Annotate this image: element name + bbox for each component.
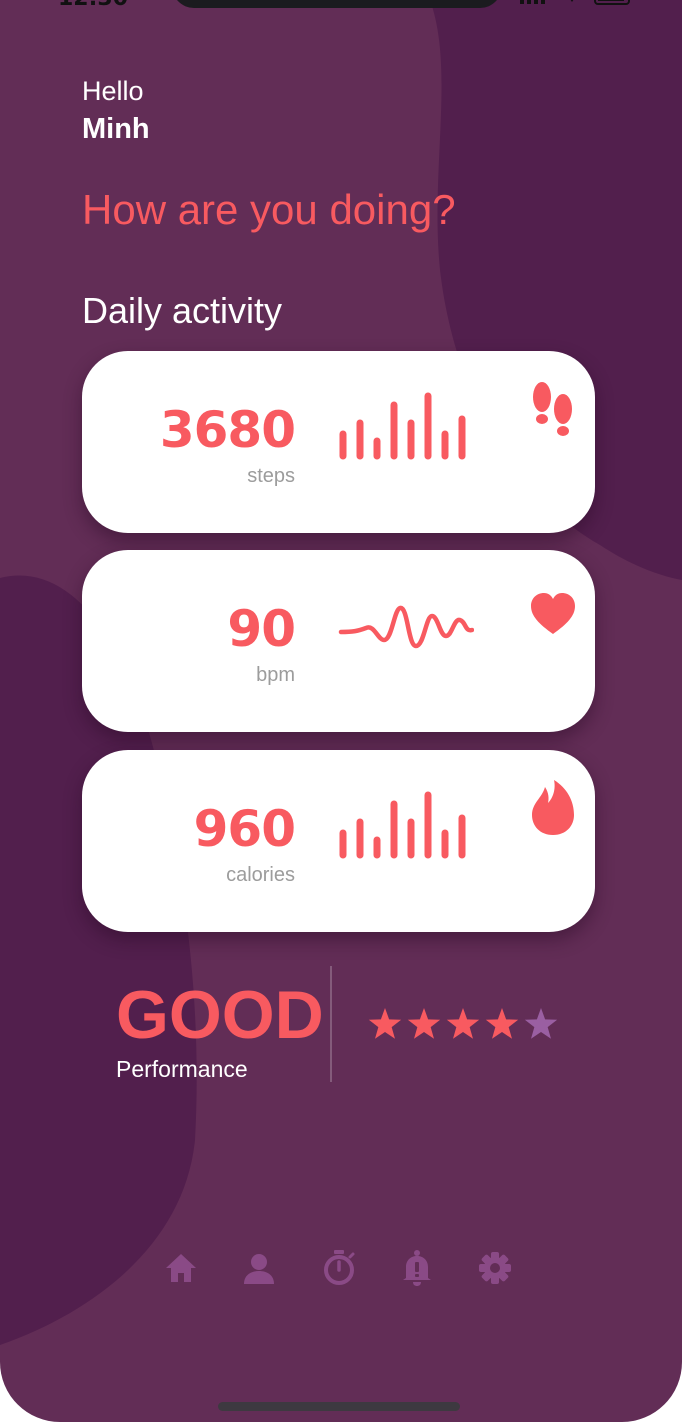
- status-time: 12:30: [58, 0, 128, 11]
- status-icons: [520, 0, 630, 5]
- footprints-icon: [533, 382, 572, 436]
- star-filled-icon: [485, 1008, 519, 1039]
- calories-unit: calories: [226, 864, 295, 886]
- device-notch: [172, 0, 502, 8]
- flame-icon: [532, 780, 574, 835]
- timer-icon[interactable]: [320, 1248, 358, 1288]
- greeting-hello: Hello: [82, 76, 144, 106]
- home-icon[interactable]: [162, 1248, 200, 1288]
- page-question: How are you doing?: [82, 186, 456, 233]
- steps-bar-graph: [339, 392, 466, 460]
- star-filled-icon: [446, 1008, 480, 1039]
- star-empty-icon: [524, 1008, 558, 1039]
- divider: [330, 966, 332, 1082]
- heart-icon: [531, 593, 575, 634]
- performance-label: Performance: [116, 1056, 248, 1082]
- user-icon[interactable]: [240, 1248, 278, 1288]
- steps-unit: steps: [247, 465, 295, 487]
- star-filled-icon: [368, 1008, 402, 1039]
- gear-icon[interactable]: [476, 1248, 514, 1288]
- star-filled-icon: [407, 1008, 441, 1039]
- section-title: Daily activity: [82, 290, 283, 331]
- steps-value: 3680: [159, 401, 296, 459]
- heart-rate-card[interactable]: 90 bpm: [82, 550, 595, 732]
- bottom-nav: [150, 1248, 530, 1292]
- heartbeat-wave: [338, 605, 474, 649]
- calories-card[interactable]: 960 calories: [82, 750, 595, 932]
- calories-bar-graph: [339, 791, 466, 859]
- performance-rating: GOOD: [116, 977, 324, 1053]
- bpm-value: 90: [227, 600, 296, 658]
- steps-card[interactable]: 3680 steps: [82, 351, 595, 533]
- calories-value: 960: [193, 800, 296, 858]
- bell-icon[interactable]: [398, 1248, 436, 1288]
- app-screen: 12:30 Hello Minh How are you doing? Dail…: [0, 0, 682, 1422]
- greeting-name: Minh: [82, 113, 150, 145]
- bpm-unit: bpm: [256, 664, 295, 686]
- home-indicator[interactable]: [218, 1402, 460, 1411]
- star-rating: [368, 1008, 558, 1039]
